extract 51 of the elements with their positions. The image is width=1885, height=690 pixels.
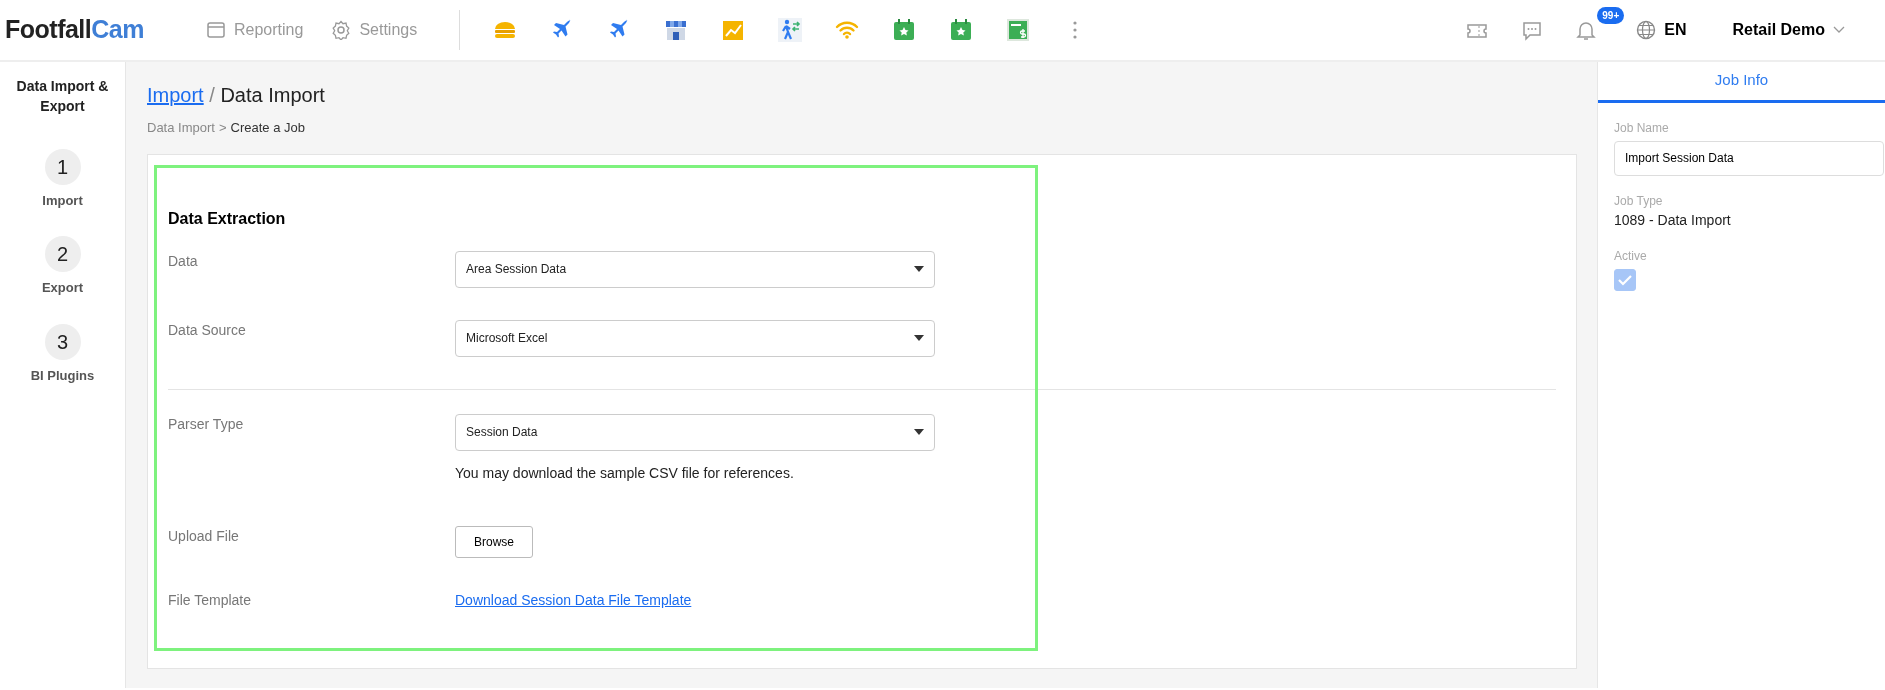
caret-icon [914,335,924,341]
field-label: Data [168,251,199,271]
notification-count: 99+ [1597,6,1625,24]
job-name-input[interactable]: Import Session Data [1614,140,1884,176]
money-sheet-icon [1006,18,1031,42]
chat-icon[interactable] [1522,19,1543,41]
field-label: File Template [168,590,252,610]
more-icon [1072,20,1079,40]
field-label: Parser Type [168,414,245,434]
step-number[interactable]: 3 [44,323,81,360]
field-label: Active [1614,247,1648,265]
caret-icon [914,429,924,435]
settings-icon [331,20,352,40]
page-title: Data Import [220,84,325,106]
help-text: You may download the sample CSV file for references. [455,463,795,483]
step-number[interactable]: 1 [44,148,81,185]
language-selector[interactable]: EN [1630,17,1693,43]
title-separator: / [209,84,215,106]
check-icon [1618,273,1632,286]
burger-icon [493,20,518,40]
field-label: Job Name [1614,119,1670,137]
storefront-icon [664,18,689,42]
field-label: Job Type [1614,192,1664,210]
select-field[interactable]: Area Session Data [455,250,935,288]
tab[interactable]: Job Info [1598,62,1885,103]
field-label: Upload File [168,526,240,546]
brand-logo[interactable]: FootfallCam [0,11,200,49]
chart-icon [721,18,746,42]
title-link[interactable]: Import [147,84,204,106]
globe-icon [1636,20,1657,40]
calendar-icon [892,18,917,42]
field-label: Data Source [168,320,247,340]
walking-person-icon [778,18,803,42]
section-heading: Data Extraction [168,208,287,229]
window-icon [206,20,226,40]
select-field[interactable]: Session Data [455,413,935,451]
caret-icon [914,266,924,272]
step-number[interactable]: 2 [44,236,81,273]
breadcrumb-item: Create a Job [230,119,305,137]
sidebar-title: Data Import & Export [15,77,110,117]
select-field[interactable]: Microsoft Excel [455,319,935,357]
step-label[interactable]: Export [0,278,125,298]
browse-button[interactable]: Browse [455,525,533,558]
calendar-icon [949,18,974,42]
chevron-icon [1833,26,1845,34]
step-label[interactable]: BI Plugins [0,365,125,386]
account-menu[interactable]: Retail Demo [1726,17,1851,43]
step-label[interactable]: Import [0,190,125,211]
job-type-value: 1089 - Data Import [1614,210,1732,230]
download-link[interactable]: Download Session Data File Template [455,591,692,608]
wifi-icon [835,20,860,40]
